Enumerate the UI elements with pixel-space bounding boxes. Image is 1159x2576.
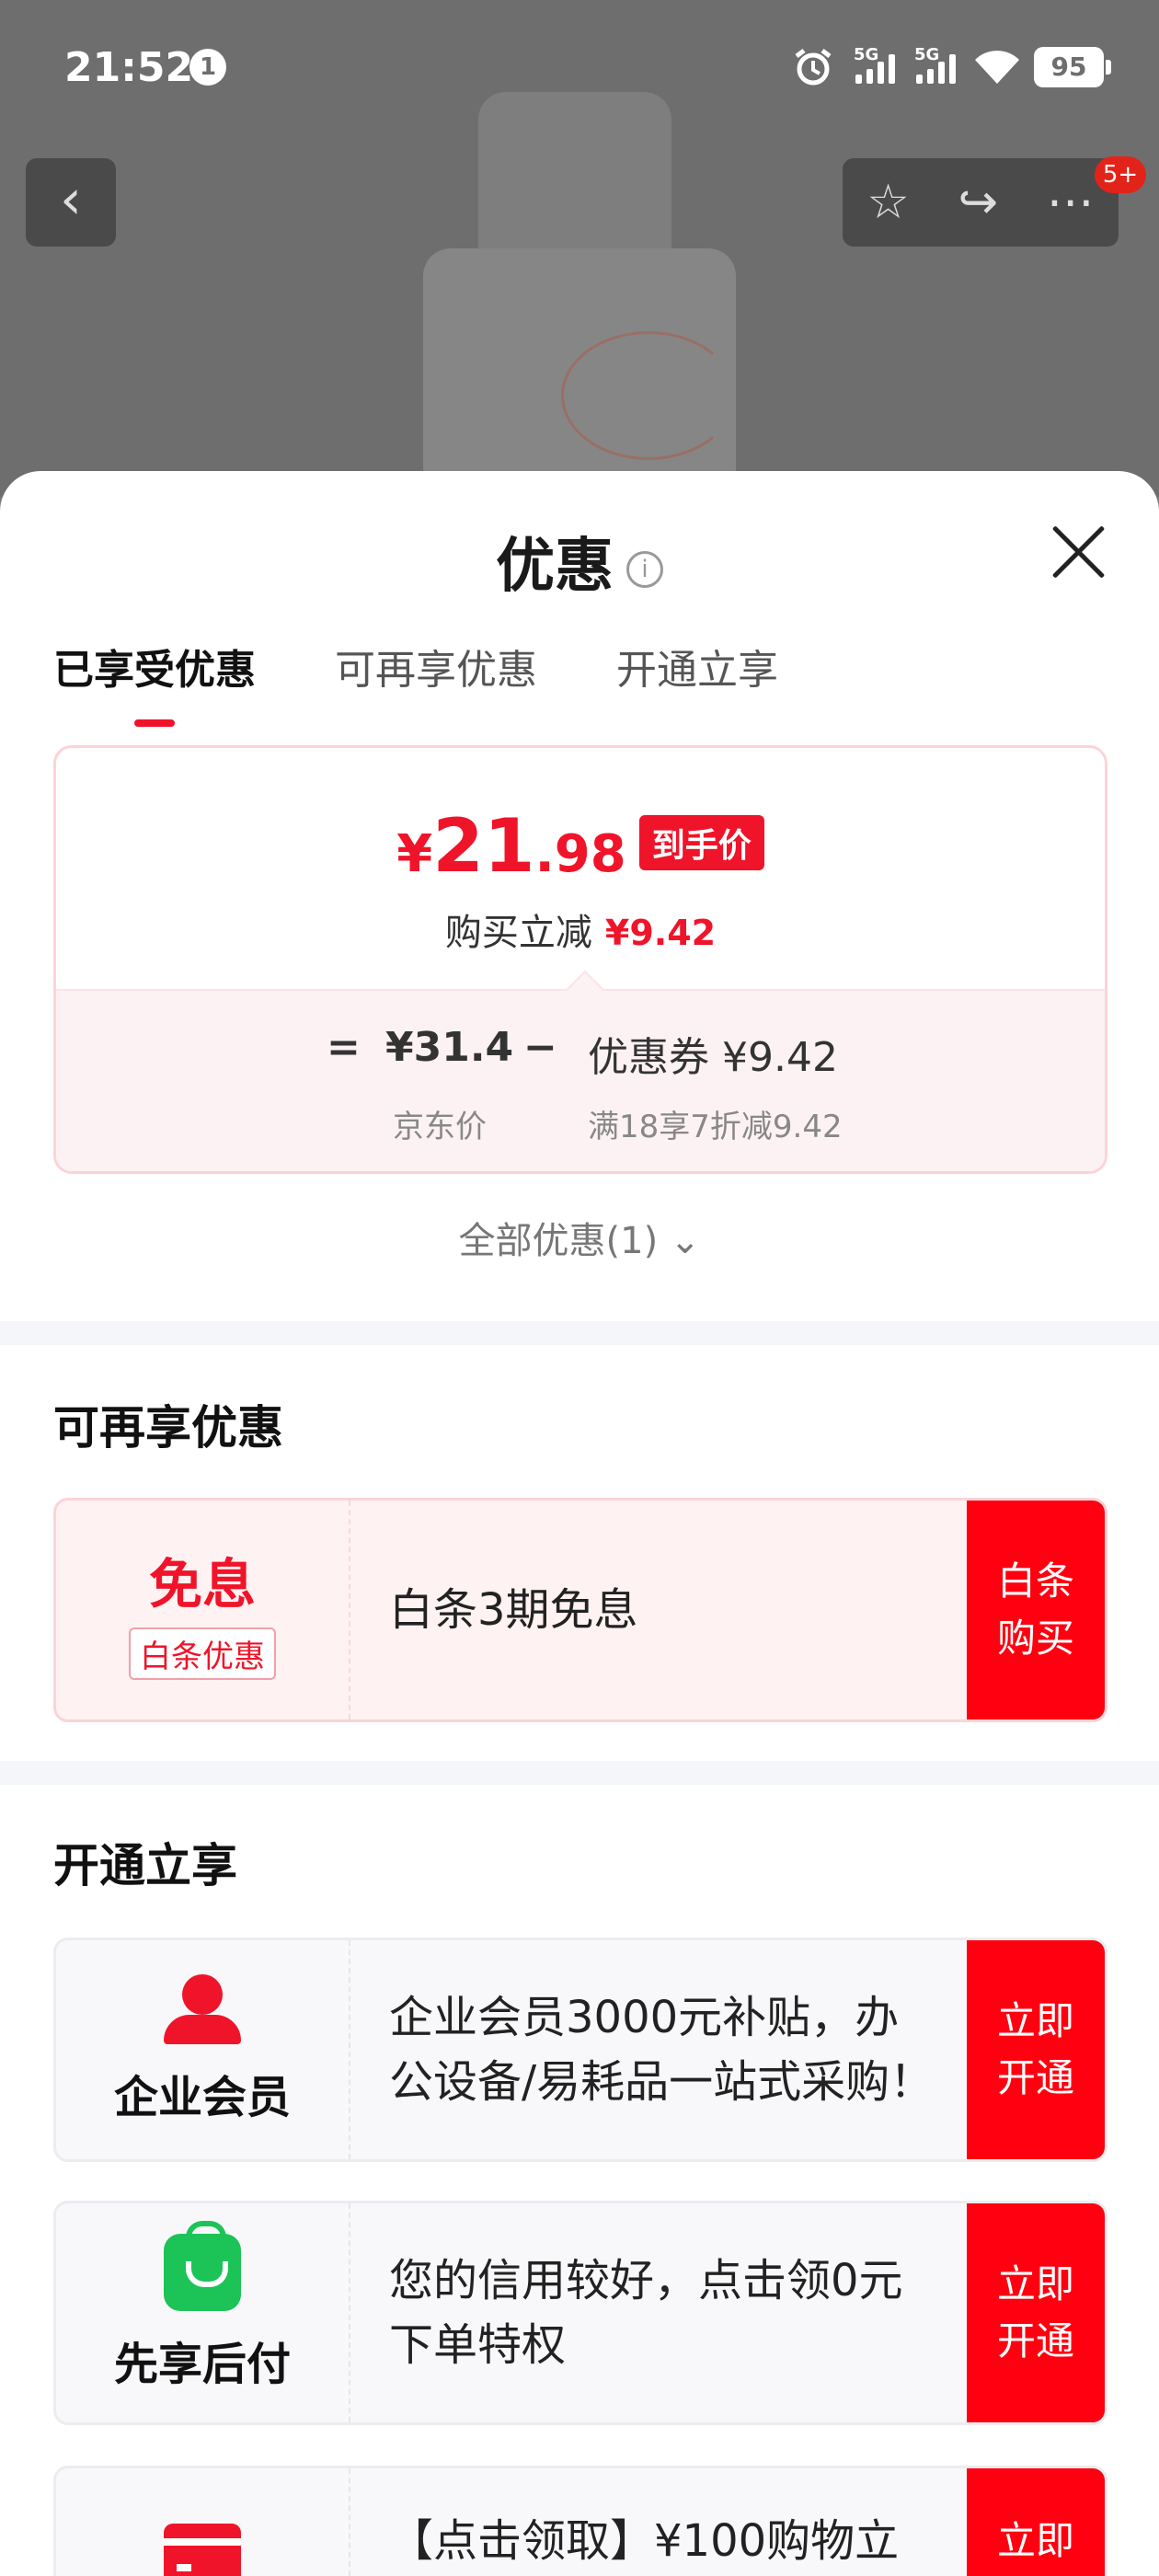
signal-icon-1: 5G	[852, 45, 900, 87]
shopping-bag-icon	[164, 2221, 241, 2311]
baitiao-badge: 白条优惠	[129, 1627, 276, 1680]
baitiao-buy-button[interactable]: 白条购买	[967, 1501, 1105, 1719]
more-icon[interactable]: ⋯	[1047, 175, 1095, 230]
offer-card-pay-later: 先享后付 您的信用较好，点击领0元下单特权 立即开通	[53, 2201, 1107, 2425]
share-icon[interactable]: ↪	[958, 175, 999, 230]
coupon-rule: 满18享7折减9.42	[588, 1109, 843, 1145]
alarm-icon	[791, 47, 839, 87]
battery-indicator: 95	[1034, 47, 1111, 87]
nav-action-group: ☆ ↪ ⋯	[843, 158, 1119, 247]
offer-label: 先享后付	[113, 2339, 291, 2390]
back-button[interactable]: ‹	[26, 158, 116, 247]
status-bar: 21:52 1 5G 5G 95	[0, 0, 1159, 138]
status-time: 21:52	[64, 44, 194, 91]
offer-description: 企业会员3000元补贴，办公设备/易耗品一站式采购！	[389, 1992, 935, 2108]
signal-icon-2: 5G	[912, 45, 960, 87]
close-icon[interactable]	[1049, 523, 1107, 581]
coupon-amount: 优惠券 ¥9.42	[588, 1034, 838, 1081]
status-icons: 5G 5G 95	[791, 44, 1111, 90]
info-icon[interactable]: i	[626, 551, 663, 589]
jd-price-label: 京东价	[393, 1109, 487, 1145]
minus-sign: −	[523, 1024, 557, 1071]
tab-open-offers[interactable]: 开通立享	[616, 637, 778, 696]
final-price: ¥21.98 到手价	[56, 803, 1105, 889]
offer-tabs: 已享受优惠 可再享优惠 开通立享	[53, 637, 778, 727]
tab-more-offers[interactable]: 可再享优惠	[335, 637, 537, 696]
offer-card-installment: 免息 白条优惠 白条3期免息 白条购买	[53, 1498, 1107, 1722]
buy-reduce-line: 购买立减 ¥9.42	[444, 912, 717, 954]
equals-sign: =	[327, 1024, 361, 1071]
user-icon	[164, 1974, 241, 2044]
offers-sheet: 优惠 i 已享受优惠 可再享优惠 开通立享 ¥21.98 到手价 购买立减 ¥9.42…	[0, 471, 1159, 2576]
jd-price: ¥31.4	[385, 1024, 514, 1071]
price-breakdown-card: ¥21.98 到手价 购买立减 ¥9.42 = ¥31.4 − 优惠券 ¥9.42 …	[53, 745, 1107, 1174]
open-now-button[interactable]: 立即开通	[967, 2203, 1105, 2422]
offer-description: 白条3期免息	[389, 1584, 638, 1636]
favorite-star-icon[interactable]: ☆	[866, 175, 910, 230]
all-offers-toggle[interactable]: 全部优惠(1) ⌄	[0, 1211, 1159, 1264]
sheet-title: 优惠 i	[0, 519, 1159, 604]
more-badge: 5+	[1095, 156, 1146, 193]
chevron-down-icon: ⌄	[669, 1220, 701, 1262]
section-divider	[0, 1321, 1159, 1345]
card-icon	[164, 2524, 241, 2576]
section-title-more-offers: 可再享优惠	[53, 1401, 283, 1455]
final-price-tag: 到手价	[638, 815, 764, 870]
offer-card-enterprise-member: 企业会员 企业会员3000元补贴，办公设备/易耗品一站式采购！ 立即开通	[53, 1938, 1107, 2162]
offer-description: 您的信用较好，点击领0元下单特权	[389, 2255, 903, 2371]
open-now-button[interactable]: 立即开通	[967, 1940, 1105, 2159]
notification-count-badge: 1	[189, 49, 226, 86]
offer-label: 企业会员	[113, 2072, 291, 2123]
wifi-icon	[973, 47, 1021, 87]
open-now-button[interactable]: 立即	[967, 2468, 1105, 2576]
offer-card-shopping-credit: 【点击领取】¥100购物立减 立即	[53, 2466, 1107, 2576]
section-divider	[0, 1761, 1159, 1785]
tab-enjoyed-offers[interactable]: 已享受优惠	[53, 637, 256, 727]
section-title-open-offers: 开通立享	[53, 1839, 237, 1892]
offer-description: 【点击领取】¥100购物立减	[389, 2515, 900, 2567]
interest-free-title: 免息	[148, 1552, 256, 1616]
